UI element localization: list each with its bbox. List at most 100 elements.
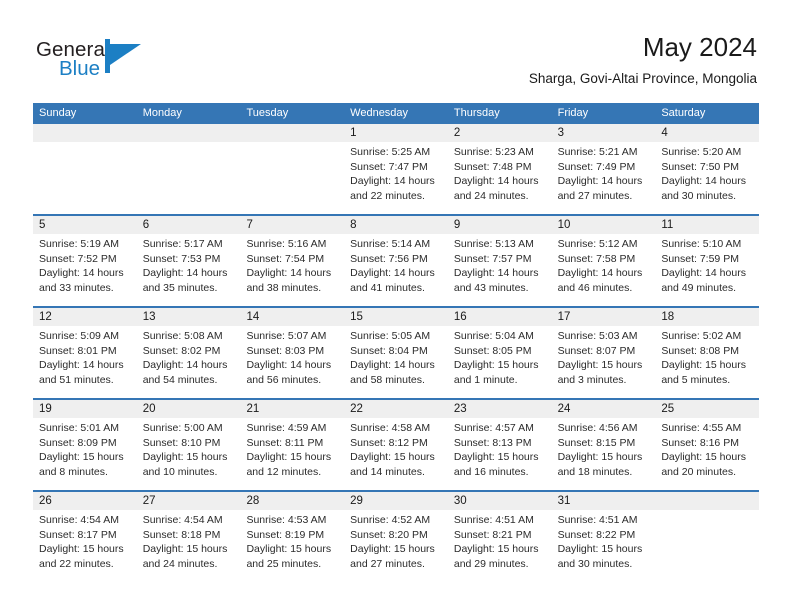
day-number: 11	[661, 219, 674, 231]
calendar-day-cell[interactable]: 5 Sunrise: 5:19 AM Sunset: 7:52 PM Daylight…	[33, 216, 137, 306]
day-details: Sunrise: 5:10 AM Sunset: 7:59 PM Daylight:…	[661, 237, 753, 295]
day-detail-line: Sunset: 7:49 PM	[557, 160, 636, 173]
calendar-day-cell[interactable]: 23 Sunrise: 4:57 AM Sunset: 8:13 PM Dayligh…	[448, 400, 552, 490]
day-detail-line: Sunset: 7:57 PM	[453, 252, 532, 265]
calendar-day-cell[interactable]: 12 Sunrise: 5:09 AM Sunset: 8:01 PM Dayligh…	[33, 308, 137, 398]
day-detail-line: Sunset: 8:10 PM	[142, 436, 221, 449]
calendar-day-cell[interactable]: 28 Sunrise: 4:53 AM Sunset: 8:19 PM Dayligh…	[240, 492, 344, 580]
day-detail-line: Daylight: 14 hours	[246, 359, 332, 372]
day-number: 16	[453, 311, 467, 323]
day-detail-line: Daylight: 14 hours	[661, 267, 746, 280]
calendar-day-cell[interactable]: 17 Sunrise: 5:03 AM Sunset: 8:07 PM Dayligh…	[552, 308, 656, 398]
day-detail-line: Sunrise: 4:51 AM	[557, 514, 638, 526]
brand-name-blue: Blue	[59, 57, 101, 80]
calendar-day-cell[interactable]: 29 Sunrise: 4:52 AM Sunset: 8:20 PM Dayligh…	[344, 492, 448, 580]
calendar-day-cell[interactable]: 7 Sunrise: 5:16 AM Sunset: 7:54 PM Daylight…	[240, 216, 344, 306]
calendar-day-cell[interactable]: 4 Sunrise: 5:20 AM Sunset: 7:50 PM Daylight…	[655, 124, 759, 214]
day-detail-line: and 41 minutes.	[350, 281, 425, 294]
day-details: Sunrise: 4:51 AM Sunset: 8:22 PM Daylight:…	[558, 513, 650, 571]
day-number: 4	[661, 127, 668, 139]
day-details: Sunrise: 5:02 AM Sunset: 8:08 PM Daylight:…	[661, 329, 753, 387]
day-detail-line: Sunset: 8:05 PM	[453, 344, 532, 357]
day-detail-line: Sunrise: 5:19 AM	[39, 238, 119, 250]
day-detail-line: and 14 minutes.	[350, 465, 425, 478]
day-details: Sunrise: 4:54 AM Sunset: 8:17 PM Daylight:…	[39, 513, 131, 571]
day-number: 31	[557, 495, 571, 507]
day-detail-line: Sunrise: 5:05 AM	[350, 330, 431, 342]
day-detail-line: Sunrise: 4:52 AM	[350, 514, 431, 526]
calendar-day-cell[interactable]: 19 Sunrise: 5:01 AM Sunset: 8:09 PM Dayligh…	[33, 400, 137, 490]
day-detail-line: Daylight: 15 hours	[350, 543, 435, 556]
calendar-week-cells: 19 Sunrise: 5:01 AM Sunset: 8:09 PM Dayligh…	[33, 400, 759, 490]
day-detail-line: and 51 minutes.	[39, 373, 114, 386]
calendar-day-cell[interactable]: 3 Sunrise: 5:21 AM Sunset: 7:49 PM Daylight…	[552, 124, 656, 214]
day-detail-line: and 10 minutes.	[142, 465, 218, 478]
calendar-day-cell[interactable]: 14 Sunrise: 5:07 AM Sunset: 8:03 PM Dayligh…	[240, 308, 344, 398]
logo-triangle-shape	[110, 44, 141, 65]
day-detail-line: Sunrise: 4:54 AM	[142, 514, 223, 526]
day-detail-line: and 46 minutes.	[557, 281, 633, 294]
calendar-day-cell[interactable]: 9 Sunrise: 5:13 AM Sunset: 7:57 PM Daylight…	[448, 216, 552, 306]
weekday-sunday: Sunday	[39, 107, 77, 119]
calendar-day-cell[interactable]: 6 Sunrise: 5:17 AM Sunset: 7:53 PM Daylight…	[137, 216, 241, 306]
page-subtitle: Sharga, Govi-Altai Province, Mongolia	[528, 71, 757, 86]
calendar-day-cell[interactable]: 25 Sunrise: 4:55 AM Sunset: 8:16 PM Dayligh…	[655, 400, 759, 490]
day-detail-line: Daylight: 15 hours	[350, 451, 435, 464]
day-detail-line: and 1 minute.	[453, 373, 518, 386]
calendar-day-cell[interactable]: 10 Sunrise: 5:12 AM Sunset: 7:58 PM Dayligh…	[552, 216, 656, 306]
day-detail-line: Daylight: 14 hours	[39, 359, 124, 372]
day-detail-line: and 8 minutes.	[39, 465, 108, 478]
calendar-day-cell[interactable]: 15 Sunrise: 5:05 AM Sunset: 8:04 PM Dayligh…	[344, 308, 448, 398]
calendar-day-cell[interactable]: 18 Sunrise: 5:02 AM Sunset: 8:08 PM Dayligh…	[655, 308, 759, 398]
calendar-day-cell[interactable]: 8 Sunrise: 5:14 AM Sunset: 7:56 PM Daylight…	[344, 216, 448, 306]
day-detail-line: Sunrise: 4:57 AM	[453, 422, 534, 434]
calendar-week-row: 12 Sunrise: 5:09 AM Sunset: 8:01 PM Dayligh…	[33, 306, 759, 398]
calendar-day-cell[interactable]: 24 Sunrise: 4:56 AM Sunset: 8:15 PM Dayligh…	[552, 400, 656, 490]
day-detail-line: and 49 minutes.	[661, 281, 737, 294]
day-detail-line: Sunrise: 5:08 AM	[142, 330, 223, 342]
brand-logo[interactable]: General Blue	[36, 38, 216, 86]
day-detail-line: and 20 minutes.	[661, 465, 737, 478]
day-details: Sunrise: 4:55 AM Sunset: 8:16 PM Daylight:…	[661, 421, 753, 479]
day-detail-line: Sunrise: 4:59 AM	[246, 422, 327, 434]
calendar-day-cell[interactable]: 26 Sunrise: 4:54 AM Sunset: 8:17 PM Dayligh…	[33, 492, 137, 580]
day-details: Sunrise: 5:03 AM Sunset: 8:07 PM Daylight:…	[558, 329, 650, 387]
day-detail-line: Sunset: 8:15 PM	[557, 436, 636, 449]
day-details: Sunrise: 4:58 AM Sunset: 8:12 PM Daylight:…	[350, 421, 442, 479]
calendar-day-cell[interactable]: 27 Sunrise: 4:54 AM Sunset: 8:18 PM Dayligh…	[137, 492, 241, 580]
day-detail-line: and 33 minutes.	[39, 281, 114, 294]
day-detail-line: Sunset: 8:17 PM	[39, 528, 117, 541]
day-detail-line: Daylight: 14 hours	[557, 267, 643, 280]
day-number: 21	[246, 403, 260, 415]
calendar-day-cell[interactable]: 21 Sunrise: 4:59 AM Sunset: 8:11 PM Dayligh…	[240, 400, 344, 490]
weekday-tuesday: Tuesday	[246, 107, 289, 119]
day-detail-line: Daylight: 14 hours	[350, 267, 435, 280]
day-detail-line: and 38 minutes.	[246, 281, 322, 294]
calendar-day-cell[interactable]: 30 Sunrise: 4:51 AM Sunset: 8:21 PM Dayligh…	[448, 492, 552, 580]
day-detail-line: Daylight: 15 hours	[246, 543, 332, 556]
calendar-day-cell[interactable]: 1 Sunrise: 5:25 AM Sunset: 7:47 PM Daylight…	[344, 124, 448, 214]
day-details: Sunrise: 5:14 AM Sunset: 7:56 PM Daylight:…	[350, 237, 442, 295]
calendar-day-cell[interactable]: 16 Sunrise: 5:04 AM Sunset: 8:05 PM Dayligh…	[448, 308, 552, 398]
calendar-day-cell[interactable]: 22 Sunrise: 4:58 AM Sunset: 8:12 PM Dayligh…	[344, 400, 448, 490]
day-detail-line: Sunset: 7:48 PM	[453, 160, 532, 173]
calendar-day-cell[interactable]: 20 Sunrise: 5:00 AM Sunset: 8:10 PM Dayligh…	[137, 400, 241, 490]
day-detail-line: and 43 minutes.	[453, 281, 529, 294]
day-detail-line: and 58 minutes.	[350, 373, 425, 386]
day-detail-line: Sunset: 8:01 PM	[39, 344, 117, 357]
calendar-week-cells: 5 Sunrise: 5:19 AM Sunset: 7:52 PM Daylight…	[33, 216, 759, 306]
day-number: 6	[142, 219, 150, 231]
calendar-day-cell[interactable]: 13 Sunrise: 5:08 AM Sunset: 8:02 PM Dayligh…	[137, 308, 241, 398]
day-detail-line: Daylight: 15 hours	[142, 543, 228, 556]
day-detail-line: Sunset: 8:08 PM	[661, 344, 739, 357]
day-detail-line: Sunset: 8:18 PM	[142, 528, 221, 541]
day-details: Sunrise: 5:23 AM Sunset: 7:48 PM Daylight:…	[454, 145, 546, 203]
weekday-thursday: Thursday	[453, 107, 500, 119]
calendar-day-cell[interactable]: 31 Sunrise: 4:51 AM Sunset: 8:22 PM Dayligh…	[552, 492, 656, 580]
day-detail-line: and 54 minutes.	[142, 373, 218, 386]
calendar-day-cell[interactable]: 11 Sunrise: 5:10 AM Sunset: 7:59 PM Dayligh…	[655, 216, 759, 306]
weekday-saturday: Saturday	[661, 107, 706, 119]
day-detail-line: Sunset: 7:50 PM	[661, 160, 739, 173]
calendar-day-cell[interactable]: 2 Sunrise: 5:23 AM Sunset: 7:48 PM Daylight…	[448, 124, 552, 214]
day-detail-line: and 18 minutes.	[557, 465, 633, 478]
